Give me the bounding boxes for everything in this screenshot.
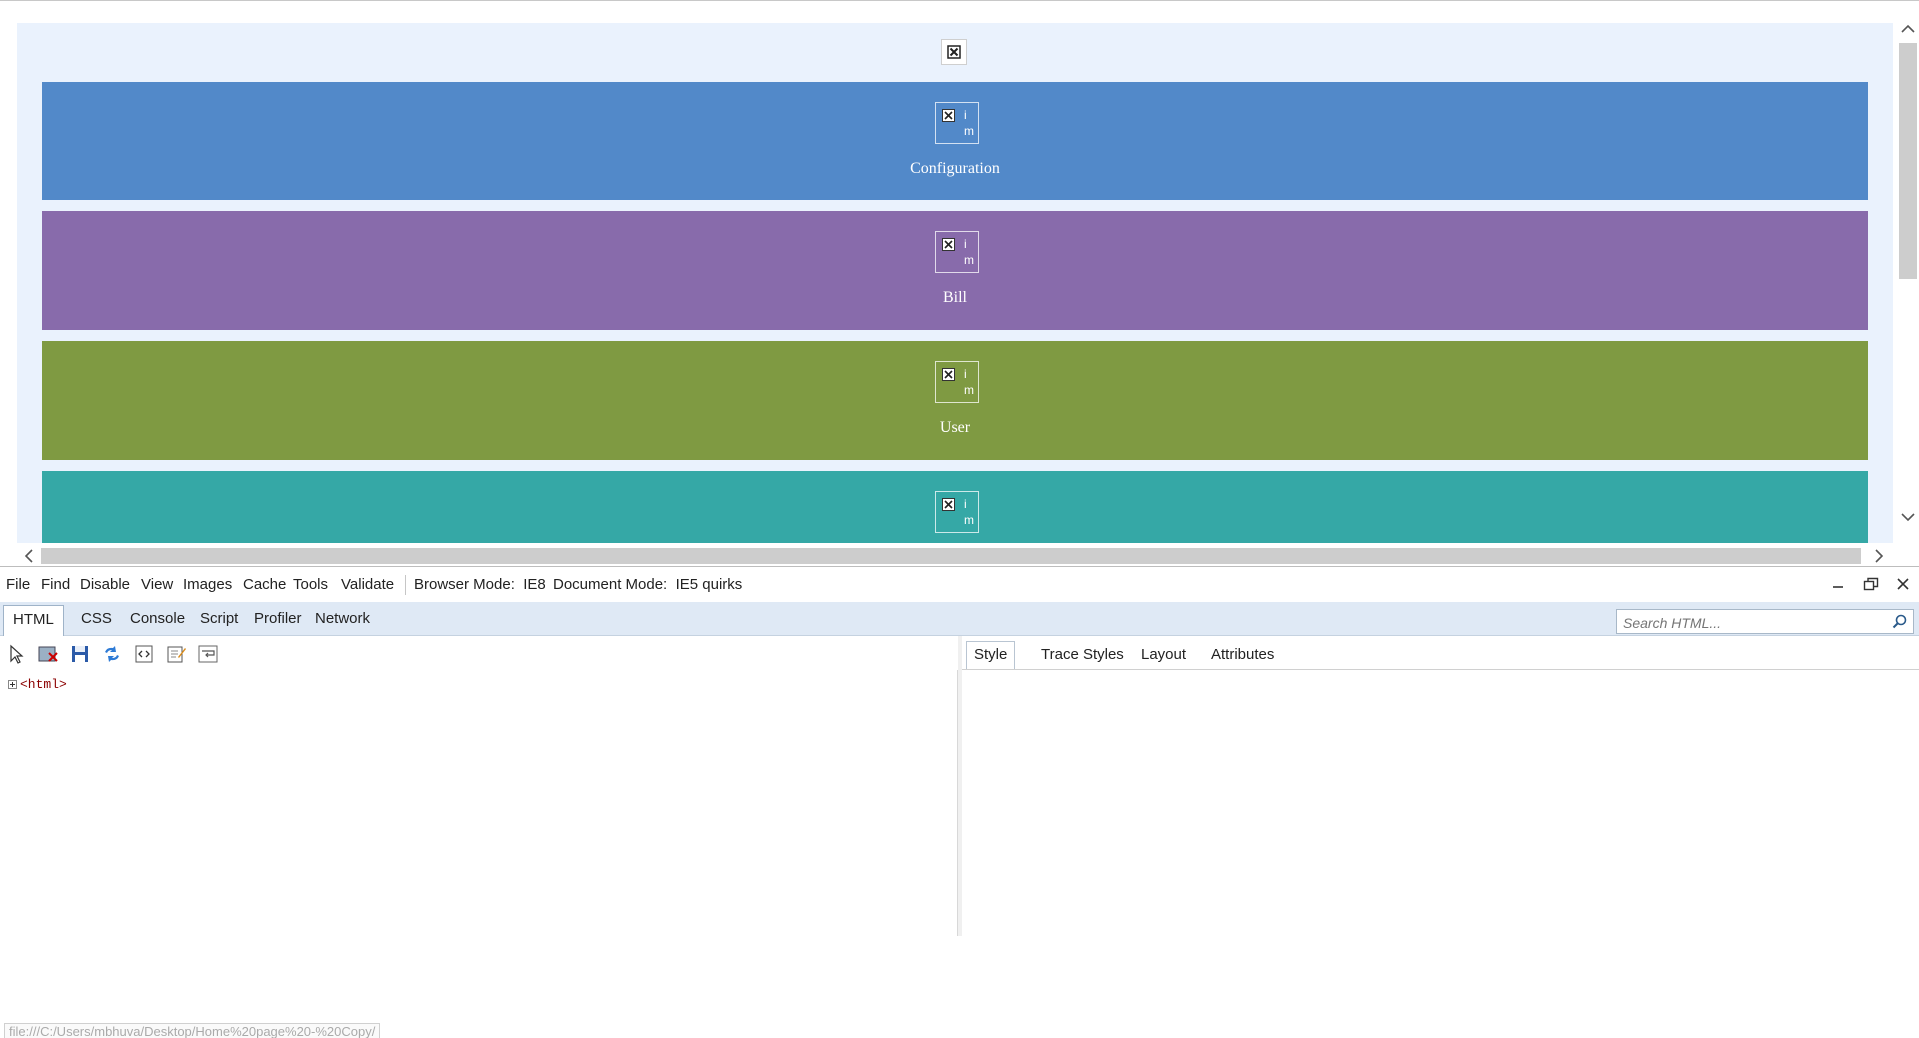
word-wrap-icon[interactable] xyxy=(197,643,219,665)
status-url: file:///C:/Users/mbhuva/Desktop/Home%20p… xyxy=(4,1023,381,1038)
broken-image-icon xyxy=(942,238,955,251)
refresh-icon[interactable] xyxy=(101,643,123,665)
broken-image-icon xyxy=(942,109,955,122)
scroll-left-icon[interactable] xyxy=(19,546,39,566)
document-mode-value: IE5 quirks xyxy=(675,576,743,593)
broken-image-icon xyxy=(942,368,955,381)
save-icon[interactable] xyxy=(69,643,91,665)
image-alt-text: im xyxy=(964,497,974,527)
scroll-down-icon[interactable] xyxy=(1898,507,1918,527)
tile-user[interactable]: im User xyxy=(42,341,1868,460)
search-icon[interactable] xyxy=(1891,613,1909,631)
horizontal-scrollbar[interactable] xyxy=(17,544,1893,566)
tile-label: Configuration xyxy=(910,160,1000,177)
tab-script[interactable]: Script xyxy=(200,610,238,627)
broken-image-icon xyxy=(942,498,955,511)
pane-splitter[interactable] xyxy=(958,636,962,936)
style-pane-tabs: Style Trace Styles Layout Attributes xyxy=(962,636,1919,670)
tab-profiler[interactable]: Profiler xyxy=(254,610,302,627)
tab-console[interactable]: Console xyxy=(130,610,185,627)
tile-bill[interactable]: im Bill xyxy=(42,211,1868,330)
tab-css[interactable]: CSS xyxy=(81,610,112,627)
vertical-scrollbar[interactable] xyxy=(1897,17,1919,531)
image-alt-text: im xyxy=(964,367,974,397)
unpin-icon[interactable] xyxy=(1862,575,1880,593)
horizontal-scroll-thumb[interactable] xyxy=(41,548,1861,564)
select-element-icon[interactable] xyxy=(6,643,28,665)
tile-image-placeholder: im xyxy=(935,361,979,403)
tile-label: User xyxy=(939,419,971,436)
tab-network[interactable]: Network xyxy=(315,610,370,627)
edit-icon[interactable] xyxy=(165,643,187,665)
menu-separator xyxy=(405,575,406,595)
menu-view[interactable]: View xyxy=(141,576,173,593)
tile-partial[interactable]: im xyxy=(42,471,1868,543)
menu-images[interactable]: Images xyxy=(183,576,232,593)
tile-configuration[interactable]: im Configuration xyxy=(42,82,1868,200)
image-alt-text: im xyxy=(964,237,974,267)
tab-trace-styles[interactable]: Trace Styles xyxy=(1041,646,1124,663)
close-icon[interactable] xyxy=(1894,575,1912,593)
devtools-menubar: File Find Disable View Images Cache Tool… xyxy=(0,567,1919,602)
element-source-icon[interactable] xyxy=(133,643,155,665)
tile-image-placeholder: im xyxy=(935,491,979,533)
image-alt-text: im xyxy=(964,108,974,138)
tab-layout[interactable]: Layout xyxy=(1141,646,1186,663)
tile-label: Bill xyxy=(942,289,967,306)
vertical-scroll-thumb[interactable] xyxy=(1899,43,1917,279)
broken-image-icon xyxy=(941,39,967,65)
search-html-input[interactable] xyxy=(1621,612,1885,633)
browser-mode-value: IE8 xyxy=(523,576,546,593)
expand-icon[interactable] xyxy=(8,680,17,690)
search-html-box[interactable] xyxy=(1616,609,1914,634)
browser-mode-label: Browser Mode: xyxy=(414,576,515,593)
scroll-right-icon[interactable] xyxy=(1869,546,1889,566)
minimize-icon[interactable] xyxy=(1829,575,1847,593)
menu-cache[interactable]: Cache xyxy=(243,576,286,593)
browser-mode-menu[interactable]: Browser Mode: IE8 xyxy=(414,576,546,593)
tab-html[interactable]: HTML xyxy=(3,605,64,636)
clear-highlight-icon[interactable] xyxy=(37,643,59,665)
document-mode-menu[interactable]: Document Mode: IE5 quirks xyxy=(553,576,742,593)
tab-style[interactable]: Style xyxy=(966,641,1016,669)
menu-validate[interactable]: Validate xyxy=(341,576,394,593)
tile-image-placeholder: im xyxy=(935,231,979,273)
scroll-up-icon[interactable] xyxy=(1898,19,1918,39)
html-toolbar xyxy=(0,636,958,670)
menu-find[interactable]: Find xyxy=(41,576,70,593)
tab-attributes[interactable]: Attributes xyxy=(1211,646,1274,663)
developer-tools-panel: File Find Disable View Images Cache Tool… xyxy=(0,566,1919,1038)
page-content: im Configuration im Bill im User im xyxy=(17,23,1893,543)
tile-image-placeholder: im xyxy=(935,102,979,144)
document-mode-label: Document Mode: xyxy=(553,576,668,593)
menu-file[interactable]: File xyxy=(6,576,30,593)
menu-tools[interactable]: Tools xyxy=(293,576,328,593)
browser-viewport: im Configuration im Bill im User im xyxy=(0,0,1919,566)
menu-disable[interactable]: Disable xyxy=(80,576,130,593)
html-tree-pane: <html> file:///C:/Users/mbhuva/Desktop/H… xyxy=(0,670,958,1038)
tree-node-html[interactable]: <html> xyxy=(8,677,67,692)
